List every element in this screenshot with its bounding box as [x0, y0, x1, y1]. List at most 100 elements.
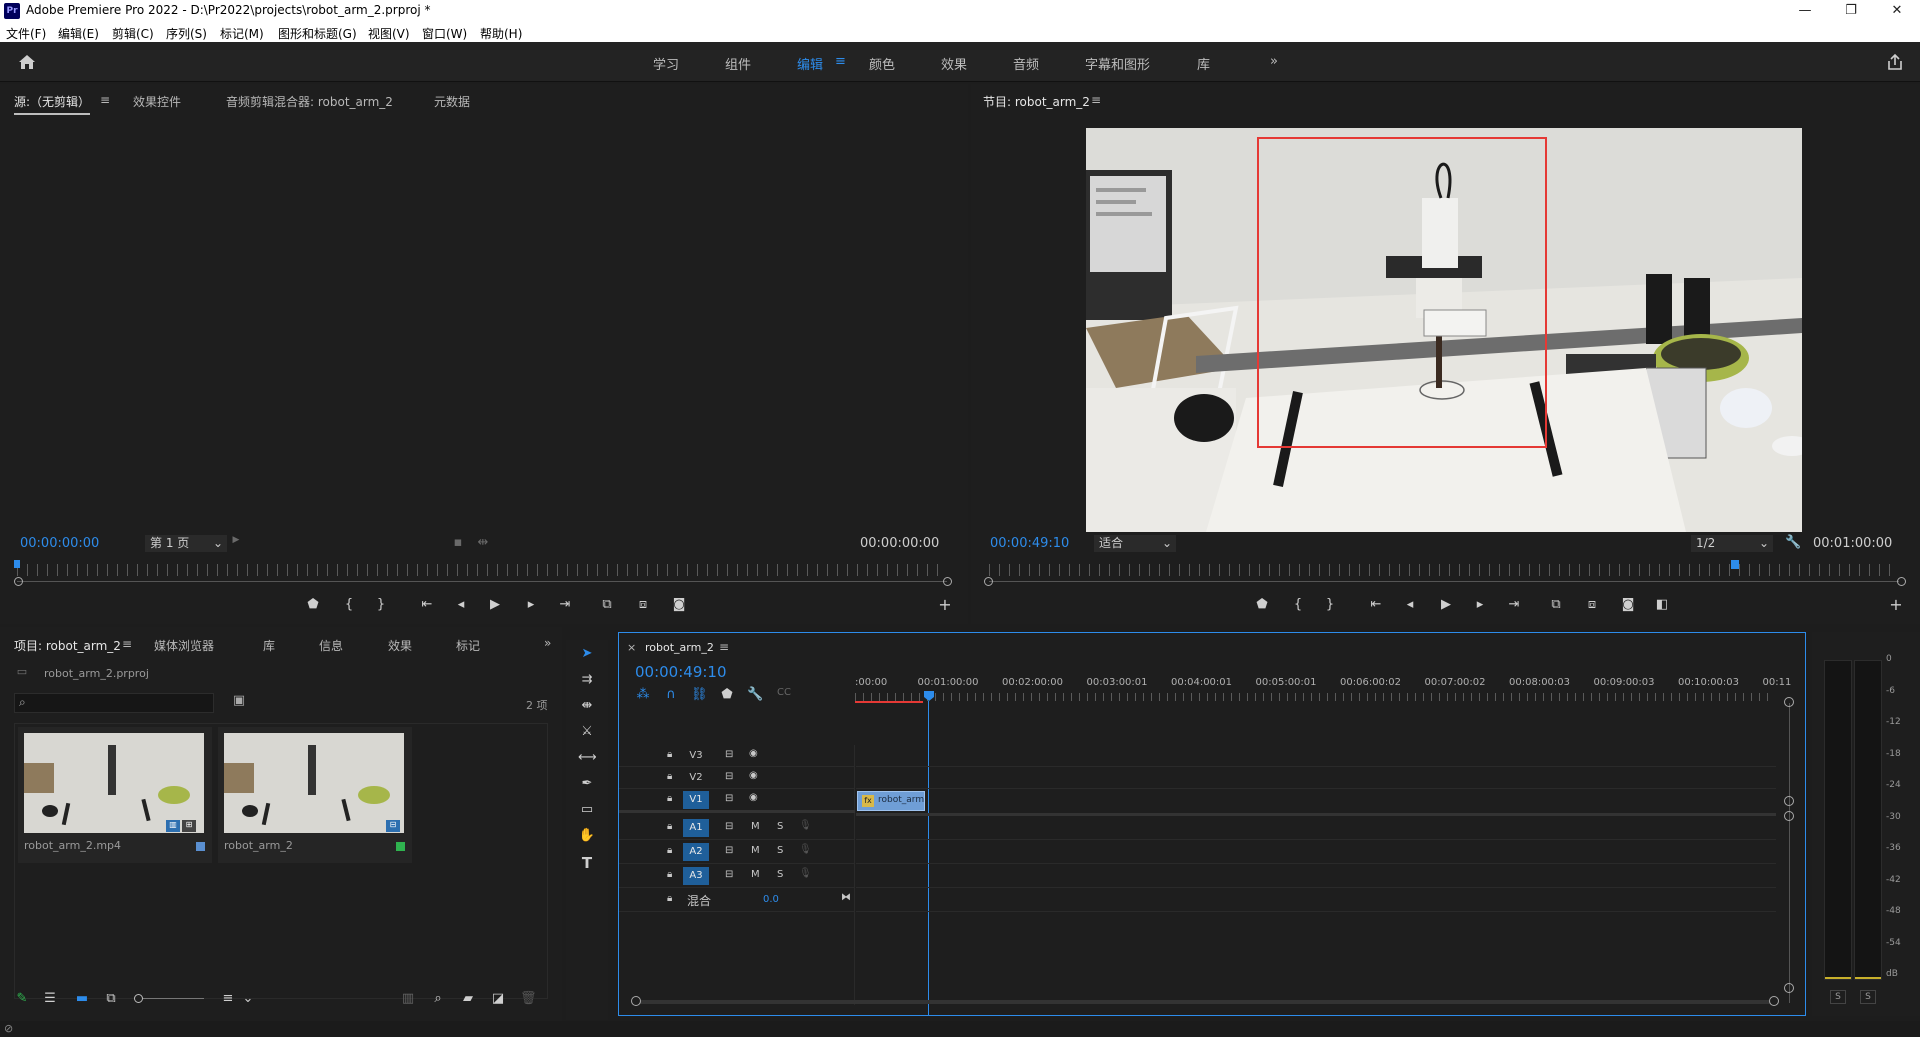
mark-out-icon[interactable]: } [372, 597, 390, 612]
home-icon[interactable] [18, 54, 36, 70]
lock-icon[interactable]: 🔒︎ [667, 821, 672, 832]
sync-lock-icon[interactable]: ⊟ [725, 771, 733, 782]
mark-in-icon[interactable]: { [340, 597, 358, 612]
find-icon[interactable]: ⌕ [430, 991, 446, 1006]
tab-libraries[interactable]: 库 [263, 637, 275, 654]
step-back-icon[interactable]: ◂ [452, 597, 470, 612]
new-search-bin-icon[interactable]: ▣ [230, 693, 248, 708]
panel-menu-icon[interactable]: ≡ [100, 93, 110, 107]
tab-project[interactable]: 项目: robot_arm_2 [14, 637, 121, 654]
scroll-handle-audio-top[interactable] [1784, 811, 1794, 821]
menu-sequence[interactable]: 序列(S) [166, 25, 207, 42]
mic-icon[interactable]: 🎙︎ [799, 868, 812, 879]
share-icon[interactable] [1886, 53, 1904, 71]
zoom-handle-left[interactable] [14, 577, 23, 586]
export-frame-icon[interactable]: ◙ [670, 597, 688, 612]
workspace-effects[interactable]: 效果 [941, 54, 967, 73]
pen-tool-icon[interactable]: ✒ [578, 776, 596, 791]
panel-menu-icon[interactable]: ≡ [719, 640, 729, 654]
menu-help[interactable]: 帮助(H) [480, 25, 522, 42]
tab-source[interactable]: 源:（无剪辑） [14, 93, 91, 115]
lock-icon[interactable]: 🔒︎ [667, 771, 672, 782]
nest-icon[interactable]: ⁂ [635, 687, 651, 702]
tab-markers[interactable]: 标记 [456, 637, 480, 654]
ripple-edit-tool-icon[interactable]: ⇼ [578, 698, 596, 713]
insert-icon[interactable]: ⧉ [598, 597, 616, 612]
step-forward-icon[interactable]: ▸ [1471, 597, 1489, 612]
workspace-captions[interactable]: 字幕和图形 [1085, 54, 1150, 73]
timeline-settings-icon[interactable]: 🔧 [747, 687, 763, 702]
program-playhead[interactable] [1731, 560, 1740, 569]
tab-program[interactable]: 节目: robot_arm_2 [983, 93, 1090, 110]
close-sequence-icon[interactable]: × [627, 641, 636, 654]
program-playhead-timecode[interactable]: 00:00:49:10 [990, 536, 1069, 551]
sort-icon[interactable]: ≡ [220, 991, 236, 1006]
eye-icon[interactable]: ◉ [749, 770, 758, 781]
slip-tool-icon[interactable]: ⟷ [578, 750, 597, 765]
type-tool-icon[interactable]: T [578, 854, 596, 872]
vertical-scrollbar[interactable] [1789, 703, 1790, 1003]
tab-info[interactable]: 信息 [319, 637, 343, 654]
project-search-input[interactable]: ⌕ [14, 693, 214, 713]
track-label-a1[interactable]: A1 [683, 819, 709, 837]
play-button-icon[interactable]: ▶ [1437, 597, 1455, 612]
scroll-handle-video-bottom[interactable] [1784, 796, 1794, 806]
trash-icon[interactable]: 🗑 [520, 991, 537, 1006]
mark-out-icon[interactable]: } [1321, 597, 1339, 612]
sync-lock-icon[interactable]: ⊟ [725, 749, 733, 760]
track-select-tool-icon[interactable]: ⇉ [578, 672, 596, 687]
snap-magnet-icon[interactable]: ∩ [663, 687, 679, 702]
workspace-more-icon[interactable]: » [1270, 54, 1278, 69]
menu-view[interactable]: 视图(V) [368, 25, 410, 42]
lock-icon[interactable]: 🔒︎ [667, 793, 672, 804]
lock-icon[interactable]: 🔒︎ [667, 893, 672, 904]
drag-video-icon[interactable]: ⇹ [476, 535, 490, 550]
hand-tool-icon[interactable]: ✋ [578, 828, 596, 843]
lock-icon[interactable]: 🔒︎ [667, 869, 672, 880]
sync-lock-icon[interactable]: ⊟ [725, 821, 733, 832]
workspace-assembly[interactable]: 组件 [725, 54, 751, 73]
hscroll-handle-left[interactable] [631, 996, 641, 1006]
go-to-in-icon[interactable]: ⇤ [418, 597, 436, 612]
fit-zoom-select[interactable]: 适合 ⌄ [1094, 535, 1176, 552]
menu-file[interactable]: 文件(F) [6, 25, 46, 42]
add-marker-icon[interactable]: ⬟ [1253, 597, 1271, 612]
list-view-icon[interactable]: ☰ [42, 991, 58, 1006]
program-zoom-bar[interactable] [989, 581, 1899, 582]
resolution-select[interactable]: 1/2 ⌄ [1691, 535, 1773, 552]
eye-icon[interactable]: ◉ [749, 748, 758, 759]
mic-icon[interactable]: 🎙︎ [799, 820, 812, 831]
program-time-ruler[interactable] [989, 564, 1899, 576]
go-to-out-icon[interactable]: ⇥ [1505, 597, 1523, 612]
add-marker-icon[interactable]: ⬟ [304, 597, 322, 612]
play-button-icon[interactable]: ▶ [486, 597, 504, 612]
mark-in-icon[interactable]: { [1289, 597, 1307, 612]
timeline-time-ruler[interactable] [855, 693, 1775, 701]
zoom-handle-right[interactable] [1897, 577, 1906, 586]
track-label-a2[interactable]: A2 [683, 843, 709, 861]
go-to-in-icon[interactable]: ⇤ [1367, 597, 1385, 612]
mix-value[interactable]: 0.0 [763, 894, 779, 905]
minimize-button[interactable]: — [1782, 0, 1828, 22]
work-area-bar[interactable] [855, 701, 923, 703]
scroll-handle-bottom[interactable] [1784, 983, 1794, 993]
solo-right-button[interactable]: S [1860, 990, 1876, 1004]
workspace-learn[interactable]: 学习 [653, 54, 679, 73]
workspace-color[interactable]: 颜色 [869, 54, 895, 73]
mute-button[interactable]: M [751, 821, 760, 832]
razor-tool-icon[interactable]: ⚔ [578, 724, 596, 739]
linked-selection-icon[interactable]: ⛓ [691, 687, 708, 702]
sync-lock-icon[interactable]: ⊟ [725, 845, 733, 856]
solo-button[interactable]: S [777, 821, 783, 832]
track-label-v3[interactable]: V3 [683, 747, 709, 765]
solo-left-button[interactable]: S [1830, 990, 1846, 1004]
tab-effect-controls[interactable]: 效果控件 [133, 93, 181, 110]
menu-graphics[interactable]: 图形和标题(G) [278, 25, 357, 42]
solo-button[interactable]: S [777, 845, 783, 856]
workspace-editing[interactable]: 编辑 [797, 54, 823, 73]
solo-button[interactable]: S [777, 869, 783, 880]
new-item-icon[interactable]: ◪ [490, 991, 506, 1006]
workspace-menu-icon[interactable]: ≡ [835, 54, 846, 69]
extract-icon[interactable]: ⧈ [1583, 597, 1601, 612]
zoom-handle-right[interactable] [943, 577, 952, 586]
